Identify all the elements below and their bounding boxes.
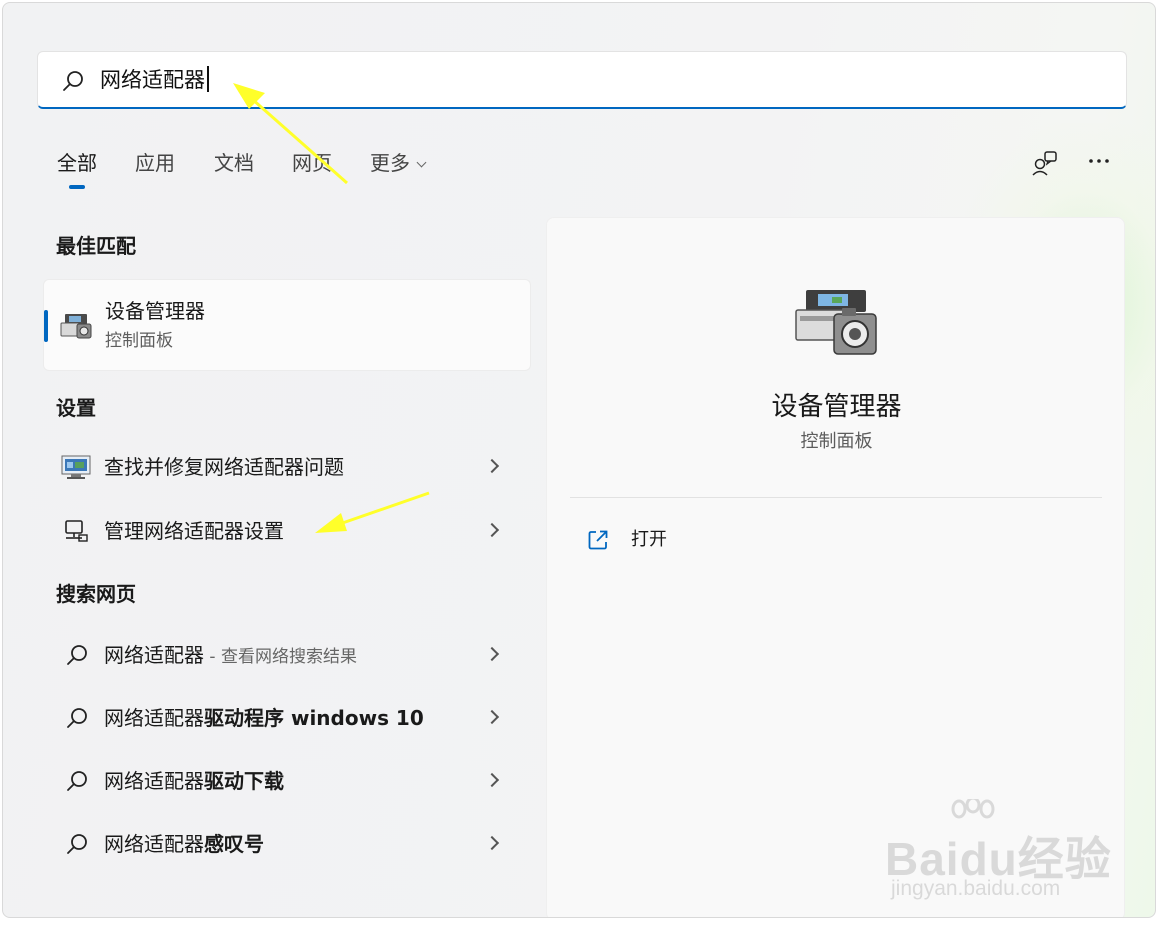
list-item[interactable]: 网络适配器驱动下载 — [43, 755, 531, 807]
device-manager-icon — [60, 314, 92, 339]
tab-apps[interactable]: 应用 — [135, 149, 175, 177]
list-item-label: 网络适配器 - 查看网络搜索结果 — [104, 643, 357, 667]
section-best-match: 最佳匹配 — [56, 234, 136, 258]
more-options-icon[interactable] — [1086, 149, 1114, 177]
list-item-label: 网络适配器驱动程序 windows 10 — [104, 706, 424, 730]
text-caret — [207, 66, 209, 92]
chevron-right-icon — [484, 458, 500, 474]
list-item-label: 网络适配器驱动下载 — [104, 769, 284, 793]
best-match-subtitle: 控制面板 — [105, 331, 173, 351]
list-item[interactable]: 管理网络适配器设置 — [43, 505, 531, 557]
list-item-label: 查找并修复网络适配器问题 — [104, 455, 344, 479]
chevron-right-icon — [484, 772, 500, 788]
network-adapter-icon — [65, 520, 88, 542]
tab-all[interactable]: 全部 — [57, 149, 97, 177]
list-item[interactable]: 网络适配器 - 查看网络搜索结果 — [43, 629, 531, 681]
annotation-arrow — [315, 491, 430, 533]
chevron-right-icon — [484, 709, 500, 725]
best-match-card[interactable]: 设备管理器 控制面板 — [43, 279, 531, 371]
divider — [570, 497, 1102, 498]
chevron-right-icon — [484, 646, 500, 662]
active-tab-indicator — [69, 185, 85, 189]
list-item[interactable]: 网络适配器驱动程序 windows 10 — [43, 692, 531, 744]
chevron-right-icon — [484, 522, 500, 538]
list-item[interactable]: 网络适配器感叹号 — [43, 818, 531, 870]
device-manager-icon — [795, 290, 877, 355]
list-item-label: 管理网络适配器设置 — [104, 519, 284, 543]
preview-title: 设备管理器 — [771, 392, 902, 422]
account-switch-icon[interactable] — [1031, 149, 1059, 177]
search-icon — [67, 771, 87, 791]
best-match-title: 设备管理器 — [105, 299, 205, 323]
preview-subtitle: 控制面板 — [800, 431, 873, 452]
list-item[interactable]: 查找并修复网络适配器问题 — [43, 441, 531, 493]
tab-more[interactable]: 更多 — [370, 149, 427, 177]
chevron-right-icon — [484, 835, 500, 851]
search-icon — [67, 708, 87, 728]
network-troubleshoot-icon — [61, 455, 91, 479]
list-item-label: 网络适配器感叹号 — [104, 832, 264, 856]
search-box[interactable]: 网络适配器 — [37, 51, 1127, 109]
search-icon — [67, 645, 87, 665]
search-input[interactable]: 网络适配器 — [100, 66, 209, 94]
open-external-icon — [588, 530, 608, 550]
search-window: 网络适配器 全部 应用 文档 网页 更多 最佳匹配 设备管理器 控制面板 设置 — [2, 2, 1156, 918]
watermark: Baidu经验 jingyan.baidu.com — [885, 799, 1125, 909]
section-web-search: 搜索网页 — [56, 582, 136, 606]
chevron-down-icon — [416, 157, 427, 168]
search-icon — [67, 834, 87, 854]
section-settings: 设置 — [56, 396, 96, 420]
selection-indicator — [44, 310, 48, 342]
search-icon — [63, 71, 83, 91]
annotation-arrow — [233, 83, 348, 185]
open-label: 打开 — [631, 529, 667, 550]
watermark-url: jingyan.baidu.com — [891, 877, 1061, 900]
